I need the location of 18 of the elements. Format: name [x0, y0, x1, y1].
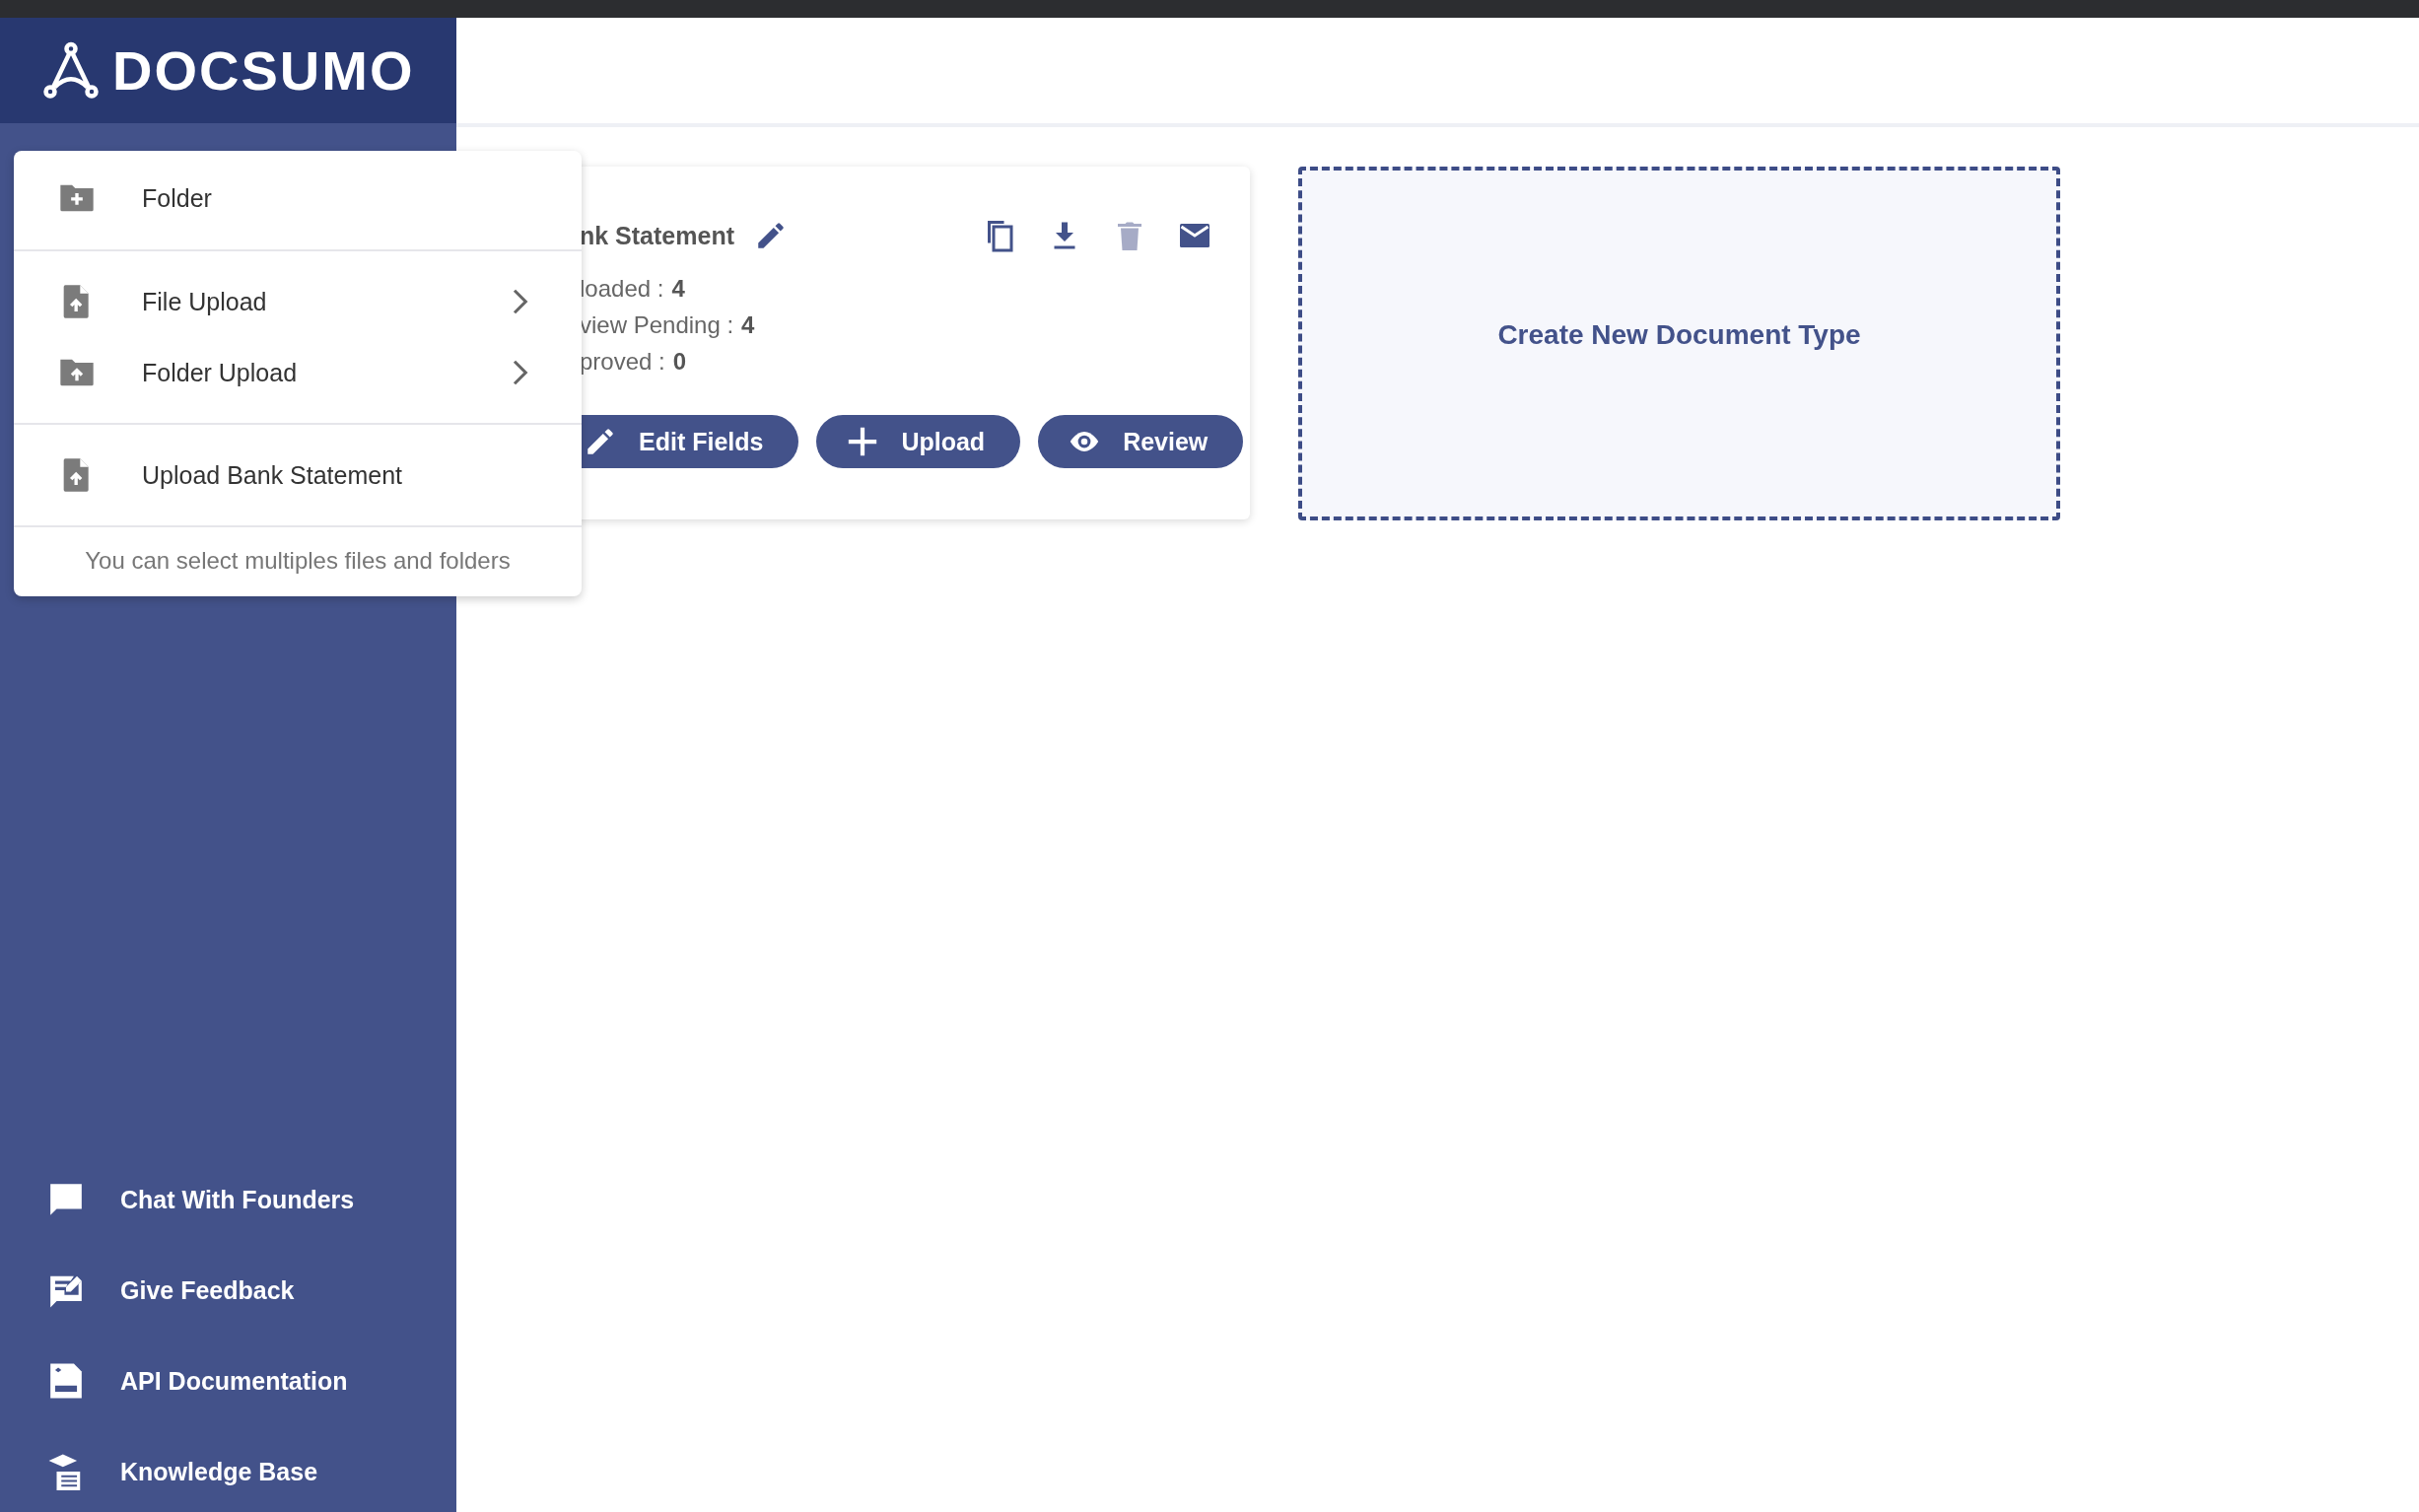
sidebar-link[interactable]: API Documentation: [47, 1362, 456, 1400]
menu-item[interactable]: File Upload: [14, 279, 582, 324]
action-button[interactable]: Review: [1038, 415, 1244, 468]
card-title: nk Statement: [580, 221, 734, 250]
menu-item[interactable]: Folder: [14, 175, 582, 221]
stat-line: view Pending : 4: [580, 311, 756, 339]
stat-line: proved : 0: [580, 348, 688, 376]
action-button[interactable]: Upload: [816, 415, 1021, 468]
api-document-icon: [47, 1362, 85, 1400]
stat-line: loaded : 4: [580, 275, 686, 303]
sidebar-link[interactable]: Chat With Founders: [47, 1181, 456, 1218]
menu-item[interactable]: Folder Upload: [14, 350, 582, 395]
logo-icon: [41, 40, 101, 101]
menu-hint: You can select multiples files and folders: [84, 546, 512, 576]
sidebar-link[interactable]: Knowledge Base: [47, 1453, 456, 1490]
create-document-type-tile[interactable]: Create New Document Type: [1298, 167, 2060, 520]
sidebar-link[interactable]: Give Feedback: [47, 1271, 456, 1309]
brand-name: DOCSUMO: [112, 38, 415, 103]
